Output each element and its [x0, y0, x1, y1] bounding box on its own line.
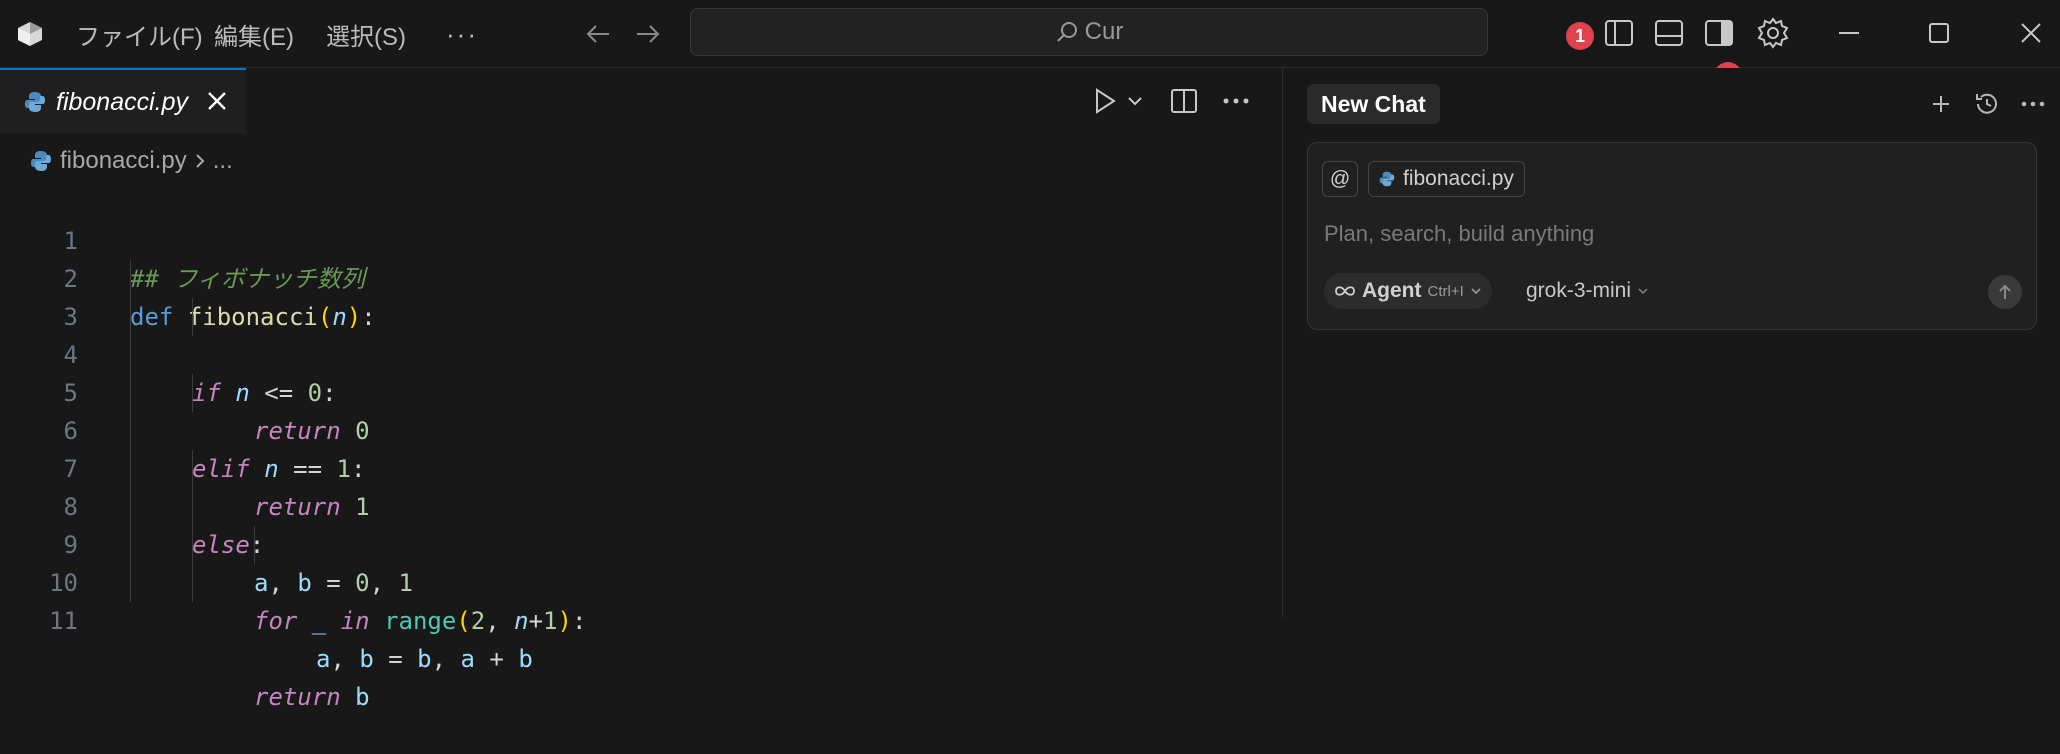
chevron-right-icon: [195, 153, 205, 169]
code-line: 9 for _ in range(2, n+1):: [0, 488, 1282, 635]
chat-composer[interactable]: @ fibonacci.py Plan, search, build anyth…: [1307, 142, 2037, 330]
code-editor[interactable]: 1 ## フィボナッチ数列 2 def fibonacci(n): 3 if n…: [0, 184, 1282, 711]
chevron-down-icon: [1470, 287, 1482, 295]
run-dropdown-icon[interactable]: [1124, 82, 1146, 120]
settings-gear-icon[interactable]: [1754, 14, 1792, 52]
add-context-button[interactable]: @: [1322, 161, 1358, 197]
code-line: 10 a, b = b, a + b: [0, 526, 1282, 673]
toggle-panel-icon[interactable]: [1650, 14, 1688, 52]
chat-panel: New Chat @ fibonacci.py Plan, search, bu…: [1282, 68, 2060, 618]
code-line: 7 else:: [0, 412, 1282, 559]
close-tab-icon[interactable]: [202, 86, 232, 116]
maximize-icon[interactable]: [1916, 12, 1962, 54]
more-menu-button[interactable]: ···: [446, 16, 478, 52]
chat-tab-new-chat[interactable]: New Chat: [1307, 84, 1440, 124]
agent-mode-selector[interactable]: Agent Ctrl+I: [1324, 273, 1492, 309]
code-line: 1 ## フィボナッチ数列: [0, 184, 1282, 293]
code-line: 8 a, b = 0, 1: [0, 450, 1282, 597]
close-window-icon[interactable]: [2008, 12, 2054, 54]
minimize-icon[interactable]: [1826, 12, 1872, 54]
python-file-icon: [30, 150, 52, 172]
toggle-primary-sidebar-icon[interactable]: [1600, 14, 1638, 52]
python-file-icon: [24, 91, 46, 113]
menu-file[interactable]: ファイル(F): [76, 16, 203, 52]
arrow-right-icon[interactable]: [628, 16, 668, 52]
tab-label: fibonacci.py: [56, 87, 189, 116]
breadcrumb-file[interactable]: fibonacci.py: [60, 147, 187, 175]
chat-input-placeholder[interactable]: Plan, search, build anything: [1324, 221, 1594, 247]
app-logo-icon: [12, 16, 48, 52]
code-line: 4 return 0: [0, 298, 1282, 445]
search-text: Cur: [1084, 18, 1124, 45]
send-icon[interactable]: [1988, 275, 2022, 309]
command-center-search[interactable]: Cur: [690, 8, 1488, 56]
split-editor-icon[interactable]: [1166, 82, 1202, 120]
tab-fibonacci-py[interactable]: fibonacci.py: [0, 68, 246, 134]
more-icon[interactable]: [2015, 86, 2051, 122]
python-file-icon: [1379, 171, 1395, 187]
toggle-secondary-sidebar-icon[interactable]: [1700, 14, 1738, 52]
code-line: 3 if n <= 0:: [0, 260, 1282, 407]
editor-area: fibonacci.py fibonacci.py ... 1 ## フィボナッ…: [0, 68, 1282, 711]
code-line: 2 def fibonacci(n):: [0, 222, 1282, 331]
editor-tab-bar: fibonacci.py: [0, 68, 1282, 134]
infinity-icon: [1334, 285, 1356, 297]
breadcrumb-symbol[interactable]: ...: [213, 147, 233, 175]
model-selector[interactable]: grok-3-mini: [1526, 273, 1649, 309]
annotation-badge-1: 1: [1566, 22, 1594, 50]
title-bar: ファイル(F) 編集(E) 選択(S) ··· Cur 1 2: [0, 0, 2060, 90]
chevron-down-icon: [1637, 287, 1649, 295]
code-line: 5 elif n == 1:: [0, 336, 1282, 483]
more-actions-icon[interactable]: [1218, 82, 1254, 120]
search-icon: [1055, 20, 1079, 44]
menu-edit[interactable]: 編集(E): [214, 16, 294, 52]
history-icon[interactable]: [1969, 86, 2005, 122]
arrow-left-icon[interactable]: [578, 16, 618, 52]
new-chat-plus-icon[interactable]: [1923, 86, 1959, 122]
line-number: 11: [49, 607, 78, 635]
context-file-chip[interactable]: fibonacci.py: [1368, 161, 1525, 197]
breadcrumb: fibonacci.py ...: [30, 144, 233, 178]
code-line: 11 return b: [0, 564, 1282, 711]
run-icon[interactable]: [1090, 82, 1120, 120]
code-line: 6 return 1: [0, 374, 1282, 521]
menu-selection[interactable]: 選択(S): [326, 16, 406, 52]
